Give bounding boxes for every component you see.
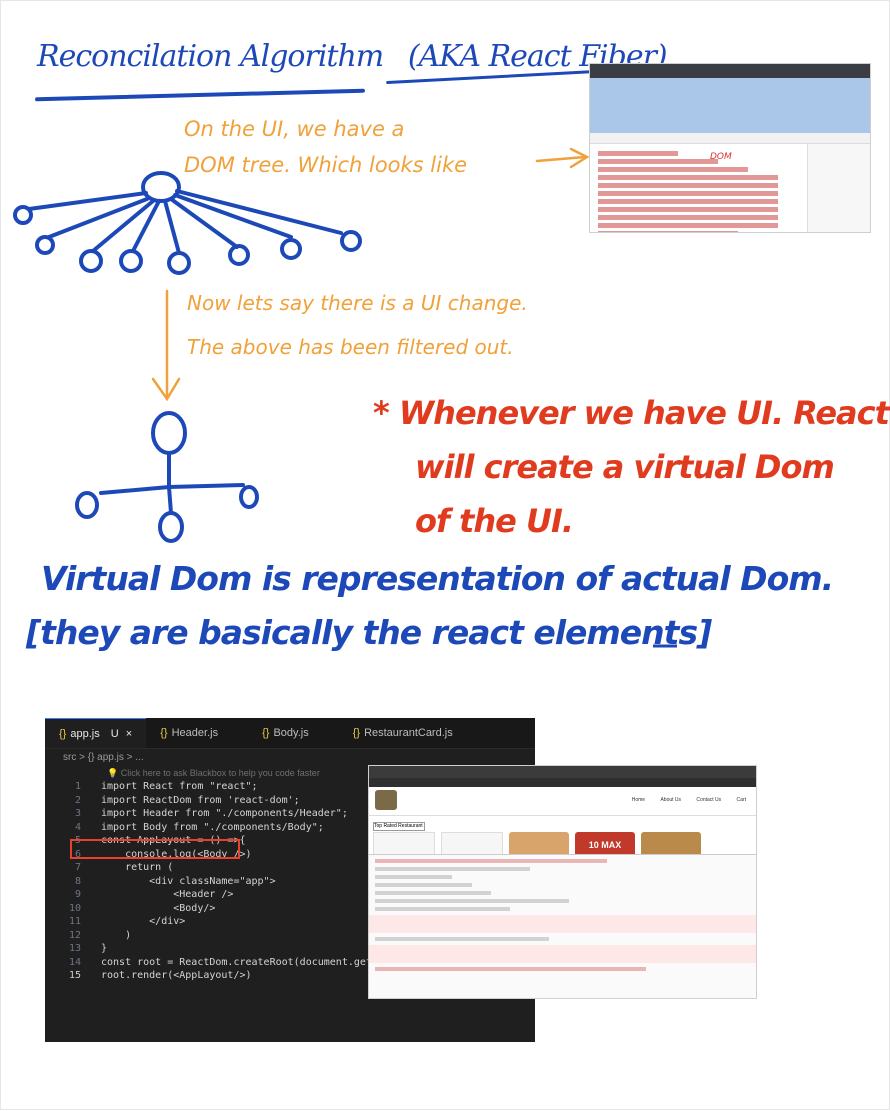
devtools-screenshot: DOM <box>589 63 871 233</box>
virtual-tree-drawing <box>75 411 259 543</box>
top-rated-button[interactable]: Top Rated Restaurant <box>373 822 425 831</box>
editor-tabs: {} app.js U × {} Header.js {} Body.js {} Res… <box>45 718 535 749</box>
right-arrow-drawing <box>535 147 590 169</box>
nav-cart[interactable]: Cart <box>737 797 746 803</box>
tab-restaurantcard-js[interactable]: {} RestaurantCard.js <box>323 718 467 748</box>
nav-about[interactable]: About Us <box>660 797 681 803</box>
js-file-icon: {} <box>160 727 168 739</box>
tab-body-js[interactable]: {} Body.js <box>232 718 323 748</box>
console-log-highlight <box>70 839 240 859</box>
restaurant-logo <box>375 790 397 810</box>
tab-header-js[interactable]: {} Header.js <box>146 718 232 748</box>
close-icon[interactable]: × <box>126 728 132 740</box>
js-file-icon: {} <box>262 727 270 739</box>
nav-contact[interactable]: Contact Us <box>696 797 721 803</box>
dom-tree-drawing <box>13 171 362 275</box>
dom-label: DOM <box>710 152 732 162</box>
browser-screenshot: Home About Us Contact Us Cart Top Rated … <box>368 765 757 999</box>
site-nav: Home About Us Contact Us Cart <box>618 797 746 803</box>
notes-page: Reconcilation Algorithm (AKA React Fiber… <box>0 0 890 1110</box>
tab-app-js[interactable]: {} app.js U × <box>45 718 147 748</box>
js-file-icon: {} <box>59 728 67 740</box>
js-file-icon: {} <box>352 727 361 739</box>
devtools-console <box>369 854 756 998</box>
nav-home[interactable]: Home <box>632 797 645 803</box>
down-arrow-drawing <box>151 289 181 402</box>
